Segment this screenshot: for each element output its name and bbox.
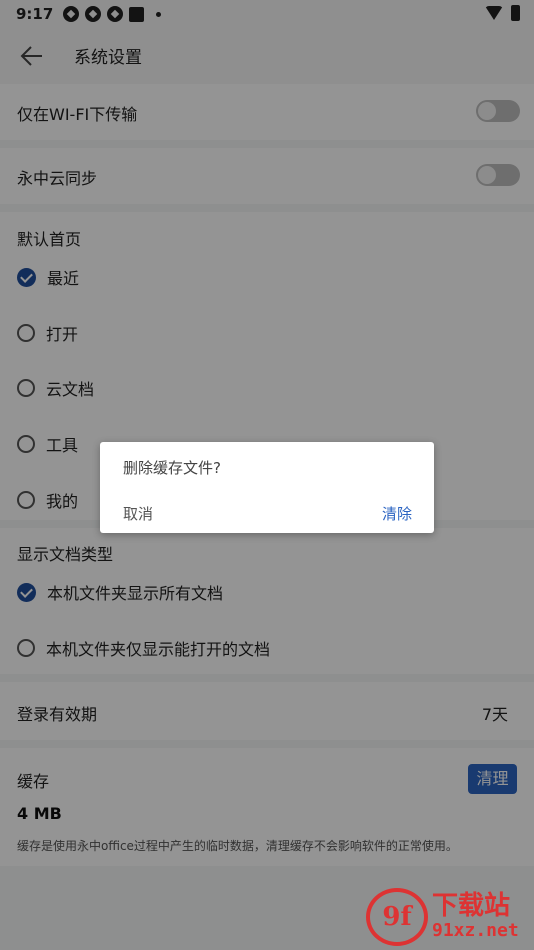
watermark-title: 下载站 [432, 891, 511, 921]
watermark: 9f 下载站 91xz.net [366, 888, 519, 946]
watermark-url: 91xz.net [432, 920, 519, 941]
watermark-logo: 9f [366, 888, 428, 946]
dialog-confirm-button[interactable]: 清除 [382, 503, 412, 524]
dialog-cancel-button[interactable]: 取消 [123, 503, 153, 524]
dialog-message: 删除缓存文件? [123, 459, 221, 477]
delete-cache-dialog: 删除缓存文件? 取消 清除 [100, 442, 434, 533]
